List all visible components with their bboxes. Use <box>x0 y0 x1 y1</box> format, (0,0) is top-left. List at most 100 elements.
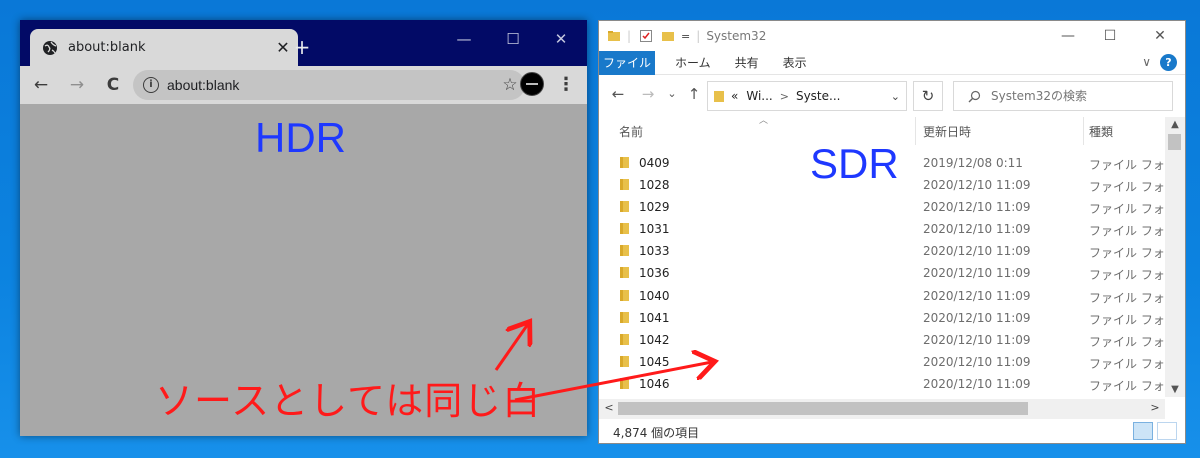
tab-file[interactable]: ファイル <box>599 50 655 75</box>
status-bar: 4,874 個の項目 <box>599 419 1185 443</box>
address-bar-row: ← → ⌄ ↑ « Wi... > Syste... ⌄ ↻ <box>599 77 1185 115</box>
properties-icon[interactable] <box>639 29 653 43</box>
folder-icon <box>620 157 629 168</box>
large-icons-view-icon[interactable] <box>1157 422 1177 440</box>
up-button[interactable]: ↑ <box>683 85 705 103</box>
maximize-button[interactable]: ☐ <box>1087 23 1133 49</box>
search-input[interactable] <box>991 89 1151 103</box>
folder-icon <box>620 245 629 257</box>
close-button[interactable]: ✕ <box>538 26 584 52</box>
explorer-title: System32 <box>706 29 767 43</box>
tab-title: about:blank <box>68 40 146 55</box>
table-row[interactable]: 10332020/12/10 11:09ファイル フォルダー <box>599 240 1185 262</box>
file-name: 1031 <box>639 222 670 237</box>
column-name[interactable]: 名前 <box>619 123 643 140</box>
table-row[interactable]: 10452020/12/10 11:09ファイル フォルダー <box>599 351 1185 373</box>
explorer-titlebar: | = | System32 — ☐ ✕ <box>599 21 1185 51</box>
file-date: 2020/12/10 11:09 <box>923 222 1031 237</box>
file-name: 1036 <box>639 266 670 281</box>
folder-icon <box>620 201 629 213</box>
browser-tab[interactable]: about:blank ✕ <box>30 29 298 66</box>
browser-toolbar: ← → C i ☆ ⋮ <box>20 66 587 104</box>
profile-avatar[interactable] <box>520 72 544 96</box>
sdr-label: SDR <box>810 140 899 187</box>
annotation-text: ソースとしては同じ白 <box>155 379 542 423</box>
search-icon <box>968 90 981 102</box>
scroll-down-icon[interactable]: ▼ <box>1165 384 1185 395</box>
table-row[interactable]: 10412020/12/10 11:09ファイル フォルダー <box>599 307 1185 329</box>
column-date[interactable]: 更新日時 <box>923 123 971 140</box>
table-row[interactable]: 10402020/12/10 11:09ファイル フォルダー <box>599 285 1185 307</box>
sort-ascending-icon: ︿ <box>759 116 769 126</box>
reload-button[interactable]: C <box>98 70 128 100</box>
address-input[interactable] <box>167 77 495 93</box>
file-date: 2019/12/08 0:11 <box>923 156 1023 170</box>
folder-icon <box>620 333 629 345</box>
hscroll-thumb[interactable] <box>618 402 1028 415</box>
file-name: 1041 <box>639 310 670 325</box>
details-view-icon[interactable] <box>1133 422 1153 440</box>
address-box[interactable]: « Wi... > Syste... ⌄ <box>707 81 907 111</box>
site-info-icon[interactable]: i <box>143 77 159 93</box>
browser-titlebar: about:blank ✕ + — ☐ ✕ <box>20 20 587 66</box>
menu-icon[interactable]: ⋮ <box>556 70 576 100</box>
minimize-button[interactable]: — <box>1045 23 1091 49</box>
item-count: 4,874 個の項目 <box>613 426 700 440</box>
folder-icon <box>620 355 629 367</box>
new-tab-button[interactable]: + <box>290 35 314 59</box>
forward-button[interactable]: → <box>637 85 659 103</box>
file-list: 04092019/12/08 0:11ファイル フォルダー10282020/12… <box>599 152 1185 395</box>
back-button[interactable]: ← <box>607 85 629 103</box>
help-icon[interactable]: ? <box>1160 54 1177 71</box>
recent-locations-icon[interactable]: ⌄ <box>661 87 683 100</box>
file-name: 0409 <box>639 156 670 170</box>
breadcrumb-windows[interactable]: Wi... <box>746 89 772 103</box>
file-name: 1040 <box>639 288 670 303</box>
address-dropdown-icon[interactable]: ⌄ <box>891 90 900 103</box>
tab-view[interactable]: 表示 <box>779 54 811 71</box>
folder-icon <box>620 179 629 191</box>
tab-share[interactable]: 共有 <box>731 54 763 71</box>
forward-button[interactable]: → <box>62 70 92 100</box>
folder-icon <box>620 223 629 235</box>
file-date: 2020/12/10 11:09 <box>923 332 1031 347</box>
file-name: 1046 <box>639 376 670 391</box>
globe-icon <box>43 40 57 55</box>
address-overflow[interactable]: « <box>731 89 738 103</box>
maximize-button[interactable]: ☐ <box>490 26 536 52</box>
breadcrumb-system32[interactable]: Syste... <box>796 89 841 103</box>
scroll-up-icon[interactable]: ▲ <box>1165 119 1185 130</box>
scroll-right-icon[interactable]: > <box>1147 401 1163 414</box>
horizontal-scrollbar[interactable]: < > <box>599 399 1165 419</box>
tab-home[interactable]: ホーム <box>671 54 715 71</box>
folder-icon <box>620 267 629 279</box>
qa-customize-icon[interactable]: = <box>681 30 690 43</box>
back-button[interactable]: ← <box>26 70 56 100</box>
table-row[interactable]: 10312020/12/10 11:09ファイル フォルダー <box>599 218 1185 240</box>
omnibox[interactable]: i ☆ <box>133 70 525 100</box>
vertical-scrollbar[interactable]: ▲ ▼ <box>1165 117 1185 397</box>
table-row[interactable]: 10462020/12/10 11:09ファイル フォルダー <box>599 373 1185 395</box>
search-box[interactable] <box>953 81 1173 111</box>
hdr-label: HDR <box>255 114 346 161</box>
table-row[interactable]: 10422020/12/10 11:09ファイル フォルダー <box>599 329 1185 351</box>
table-row[interactable]: 10362020/12/10 11:09ファイル フォルダー <box>599 262 1185 284</box>
close-button[interactable]: ✕ <box>1137 23 1183 49</box>
file-date: 2020/12/10 11:09 <box>923 354 1031 369</box>
refresh-button[interactable]: ↻ <box>913 81 943 111</box>
file-name: 1029 <box>639 200 670 215</box>
file-name: 1028 <box>639 178 670 193</box>
table-row[interactable]: 10292020/12/10 11:09ファイル フォルダー <box>599 196 1185 218</box>
column-type[interactable]: 種類 <box>1089 123 1113 140</box>
file-date: 2020/12/10 11:09 <box>923 310 1031 325</box>
file-name: 1045 <box>639 354 670 369</box>
minimize-button[interactable]: — <box>441 26 487 52</box>
file-date: 2020/12/10 11:09 <box>923 288 1031 303</box>
file-date: 2020/12/10 11:09 <box>923 244 1031 259</box>
ribbon-expand-icon[interactable]: ∨ <box>1142 55 1151 69</box>
explorer-window: | = | System32 — ☐ ✕ ファイル ホーム 共有 表示 ∨ ? … <box>598 20 1186 444</box>
scroll-left-icon[interactable]: < <box>601 401 617 414</box>
new-folder-icon[interactable] <box>661 29 675 43</box>
scroll-thumb[interactable] <box>1168 134 1181 150</box>
breadcrumb-separator: > <box>779 89 789 103</box>
